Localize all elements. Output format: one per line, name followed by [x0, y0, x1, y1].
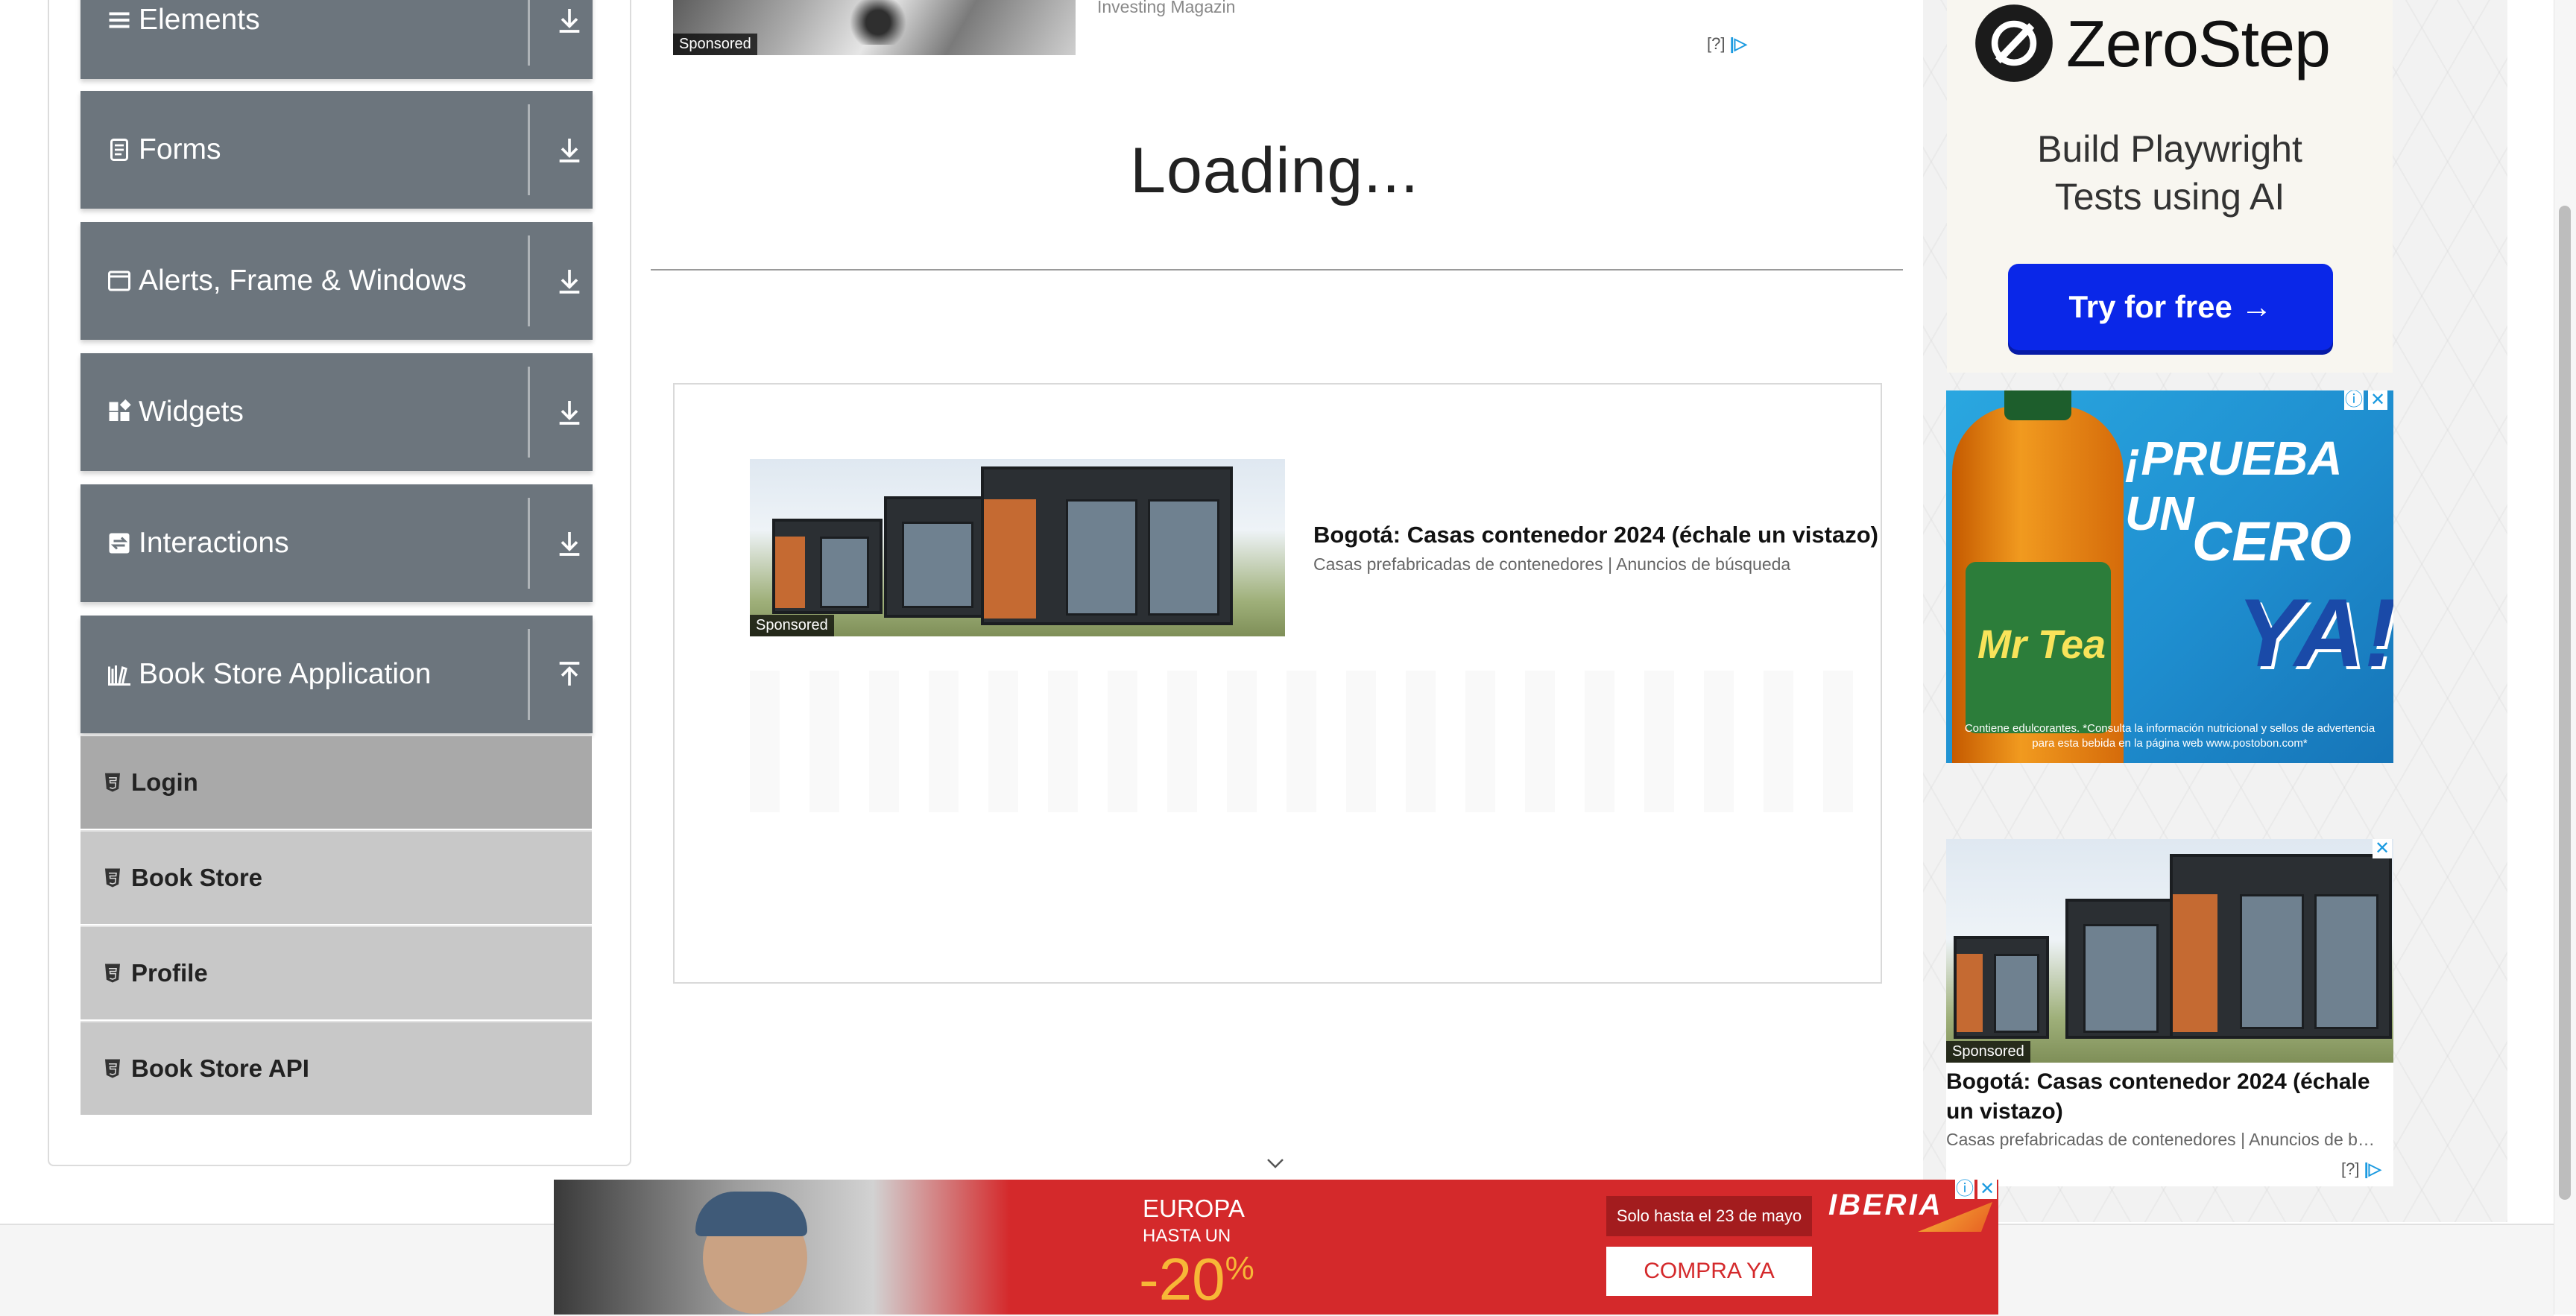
- banner-headline: EUROPA: [1143, 1195, 1245, 1222]
- sidebar-item-label: Login: [131, 768, 198, 796]
- native-ad-image[interactable]: Sponsored: [750, 459, 1285, 636]
- mr-tea-ad[interactable]: Mr Tea ¡PRUEBA UN CERO YA! Contiene edul…: [1946, 390, 2393, 763]
- native-ad-subtitle[interactable]: Casas prefabricadas de contenedores | An…: [1946, 1130, 2393, 1150]
- scrollbar-thumb[interactable]: [2559, 206, 2571, 1200]
- sidebar-group-label: Widgets: [139, 396, 244, 428]
- sponsored-badge: Sponsored: [750, 615, 834, 636]
- sponsored-badge: Sponsored: [673, 34, 757, 55]
- download-arrow-icon[interactable]: [555, 266, 584, 296]
- sidebar-group-interactions[interactable]: Interactions: [80, 484, 593, 602]
- ad-headline: YA!: [2237, 578, 2393, 687]
- ad-legal-text: Contiene edulcorantes. *Consulta la info…: [1964, 722, 2375, 750]
- banner-subheadline: HASTA UN: [1143, 1226, 1231, 1246]
- sidebar-group-book-store-application[interactable]: Book Store Application: [80, 616, 593, 733]
- ad-headline: CERO: [2192, 510, 2352, 572]
- download-arrow-icon[interactable]: [555, 135, 584, 165]
- sidebar-group-widgets[interactable]: Widgets: [80, 353, 593, 471]
- compra-ya-button[interactable]: COMPRA YA: [1606, 1247, 1812, 1296]
- widgets-icon: [109, 399, 131, 421]
- sidebar-group-alerts-frame-windows[interactable]: Alerts, Frame & Windows: [80, 222, 593, 340]
- html5-icon: [105, 773, 120, 792]
- adchoices-icon[interactable]: [?] |▷: [2341, 1160, 2381, 1179]
- bottle-image: Mr Tea: [1952, 390, 2124, 763]
- download-arrow-icon[interactable]: [555, 528, 584, 558]
- sidebar-item-login[interactable]: Login: [80, 735, 592, 829]
- sidebar-item-book-store[interactable]: Book Store: [80, 830, 592, 924]
- top-ad-source[interactable]: Investing Magazin: [1097, 0, 1235, 17]
- html5-icon: [105, 964, 120, 983]
- divider: [651, 269, 1903, 271]
- download-arrow-icon[interactable]: [555, 5, 584, 35]
- loading-text: Loading...: [1130, 135, 1419, 206]
- adchoices-label: [?]: [2341, 1160, 2360, 1178]
- sponsored-badge: Sponsored: [1946, 1041, 2030, 1063]
- window-icon: [108, 271, 130, 291]
- sidebar-item-label: Book Store API: [131, 1054, 309, 1082]
- iberia-logo: IBERIA: [1828, 1189, 1943, 1221]
- close-icon[interactable]: ✕: [2368, 390, 2387, 410]
- iberia-banner-ad[interactable]: EUROPA HASTA UN -20% Solo hasta el 23 de…: [554, 1180, 1998, 1315]
- sidebar-group-label: Elements: [139, 4, 260, 36]
- discount-percent: %: [1225, 1250, 1254, 1287]
- sidebar-group-elements[interactable]: Elements: [80, 0, 593, 79]
- sidebar-item-label: Profile: [131, 959, 208, 987]
- adchoices-label: [?]: [1707, 34, 1726, 53]
- divider: [528, 104, 530, 195]
- native-ad-subtitle[interactable]: Casas prefabricadas de contenedores | An…: [1313, 554, 1790, 575]
- zerostep-tagline: Build Playwright Tests using AI: [1947, 125, 2393, 221]
- native-ad-title[interactable]: Bogotá: Casas contenedor 2024 (échale un…: [1313, 522, 1878, 548]
- tagline-line: Tests using AI: [2054, 176, 2285, 218]
- divider: [528, 498, 530, 589]
- sidebar-item-profile[interactable]: Profile: [80, 926, 592, 1019]
- bottle-brand: Mr Tea: [1977, 622, 2106, 667]
- banner-discount: -20%: [1139, 1245, 1254, 1314]
- discount-value: -20: [1139, 1246, 1225, 1312]
- divider: [528, 629, 530, 720]
- upload-arrow-icon[interactable]: [555, 659, 584, 689]
- try-for-free-button[interactable]: Try for free →: [2008, 264, 2333, 350]
- zerostep-ad[interactable]: ZeroStep Build Playwright Tests using AI…: [1947, 0, 2393, 373]
- ad-placeholder: [750, 671, 1868, 812]
- zerostep-brand: ZeroStep: [2066, 7, 2331, 80]
- form-icon: [110, 139, 128, 161]
- divider: [528, 367, 530, 458]
- chevron-down-icon[interactable]: [1264, 1152, 1287, 1174]
- sidebar-item-book-store-api[interactable]: Book Store API: [80, 1021, 592, 1115]
- sidebar-group-label: Alerts, Frame & Windows: [139, 265, 467, 297]
- sidebar-group-forms[interactable]: Forms: [80, 91, 593, 209]
- info-icon[interactable]: ⓘ: [1955, 1180, 1974, 1199]
- sidebar-group-label: Forms: [139, 133, 221, 165]
- info-icon[interactable]: ⓘ: [2344, 390, 2364, 410]
- native-ad-title[interactable]: Bogotá: Casas contenedor 2024 (échale un…: [1946, 1067, 2393, 1127]
- close-icon[interactable]: ✕: [2373, 839, 2392, 858]
- right-native-ad[interactable]: Sponsored ✕ Bogotá: Casas contenedor 202…: [1946, 839, 2393, 1186]
- banner-offer: Solo hasta el 23 de mayo: [1606, 1196, 1812, 1236]
- banner-photo: [554, 1180, 1010, 1315]
- adchoices-icon[interactable]: [?] |▷: [1707, 34, 1747, 54]
- tagline-line: Build Playwright: [2037, 128, 2302, 170]
- html5-icon: [105, 1059, 120, 1078]
- menu-icon: [109, 12, 130, 28]
- sidebar-item-label: Book Store: [131, 864, 263, 891]
- divider: [528, 235, 530, 326]
- download-arrow-icon[interactable]: [555, 397, 584, 427]
- interactions-icon: [109, 533, 130, 554]
- books-icon: [108, 665, 130, 686]
- sidebar-group-label: Interactions: [139, 527, 289, 559]
- top-ad-image[interactable]: Sponsored: [673, 0, 1076, 55]
- divider: [528, 0, 530, 66]
- sidebar-group-label: Book Store Application: [139, 658, 432, 690]
- native-ad-image[interactable]: Sponsored: [1946, 839, 2393, 1063]
- close-icon[interactable]: ✕: [1977, 1180, 1997, 1199]
- zerostep-logo-icon: [1975, 4, 2053, 82]
- html5-icon: [105, 868, 120, 888]
